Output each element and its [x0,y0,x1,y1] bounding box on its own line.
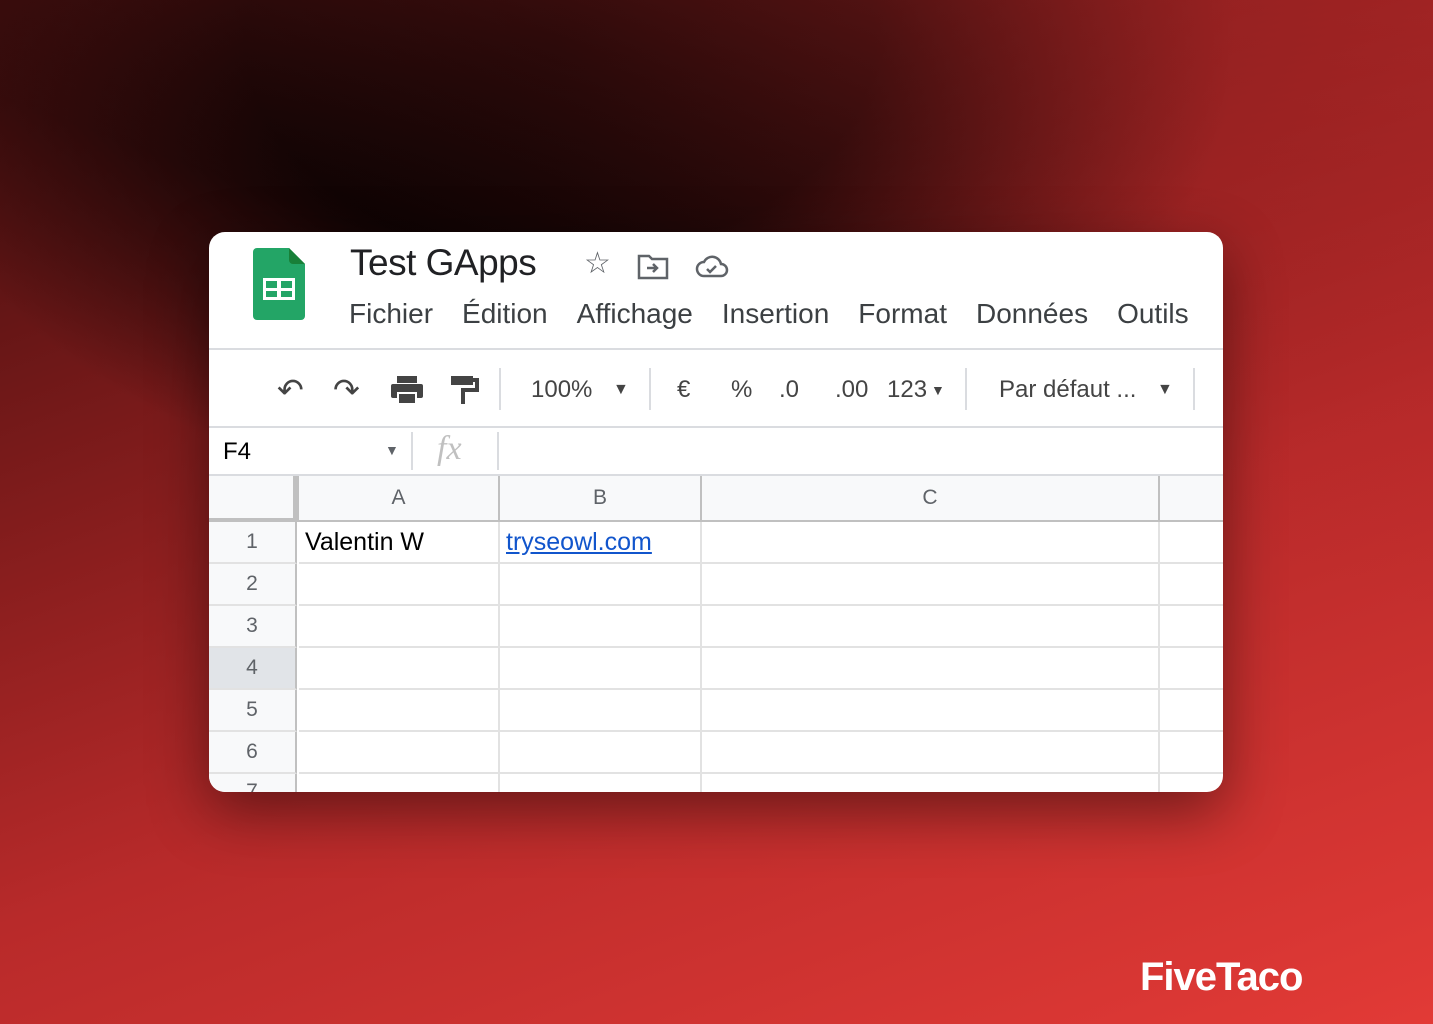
menu-donnees[interactable]: Données [976,298,1088,330]
cell[interactable] [702,564,1160,606]
divider [209,348,1223,350]
cell[interactable] [299,732,500,774]
number-format-button[interactable]: 123 [887,368,927,412]
cell[interactable] [1160,774,1223,792]
cell-a1[interactable]: Valentin W [299,522,500,564]
menu-affichage[interactable]: Affichage [577,298,693,330]
menu-format[interactable]: Format [858,298,947,330]
formula-bar: F4 ▼ fx [209,428,1223,474]
column-header-c[interactable]: C [702,476,1160,522]
cell[interactable] [702,732,1160,774]
cell-c1[interactable] [702,522,1160,564]
column-header-a[interactable]: A [299,476,500,522]
cell[interactable] [500,774,702,792]
cell[interactable] [500,732,702,774]
cell[interactable] [702,648,1160,690]
row-header-6[interactable]: 6 [209,732,297,774]
menu-edition[interactable]: Édition [462,298,548,330]
cell[interactable] [299,774,500,792]
column-header-b[interactable]: B [500,476,702,522]
cell-d1[interactable] [1160,522,1223,564]
cell[interactable] [1160,564,1223,606]
cell[interactable] [500,564,702,606]
print-icon[interactable] [389,368,425,412]
menu-bar: Fichier Édition Affichage Insertion Form… [349,298,1218,330]
name-box[interactable]: F4 [223,438,251,466]
menu-outils[interactable]: Outils [1117,298,1189,330]
menu-fichier[interactable]: Fichier [349,298,433,330]
row-header-2[interactable]: 2 [209,564,297,606]
row-header-4[interactable]: 4 [209,648,297,690]
cell[interactable] [500,606,702,648]
cell-b1-link[interactable]: tryseowl.com [500,522,702,564]
name-box-dropdown-icon[interactable]: ▼ [385,442,399,458]
cell[interactable] [1160,648,1223,690]
menu-insertion[interactable]: Insertion [722,298,829,330]
cell[interactable] [702,606,1160,648]
cloud-saved-icon[interactable] [695,252,729,282]
cell[interactable] [299,690,500,732]
currency-format-button[interactable]: € [677,368,690,412]
zoom-dropdown-icon[interactable]: ▼ [613,368,629,412]
redo-icon[interactable]: ↷ [333,368,360,412]
font-select[interactable]: Par défaut ... [999,368,1136,412]
star-icon[interactable]: ☆ [584,246,611,282]
decrease-decimals-button[interactable]: .0 [779,368,799,412]
number-format-dropdown-icon[interactable]: ▼ [931,368,945,412]
cell[interactable] [299,564,500,606]
google-sheets-logo [253,248,305,320]
toolbar: ↶ ↷ 100% ▼ € % .0 .00 123 ▼ Par défaut .… [209,368,1223,412]
cell[interactable] [1160,690,1223,732]
cell[interactable] [299,606,500,648]
select-all-corner[interactable] [209,476,299,522]
fivetaco-logo: FiveTaco [1140,955,1303,999]
row-header-7[interactable]: 7 [209,774,297,792]
row-header-1[interactable]: 1 [209,522,297,564]
cell[interactable] [299,648,500,690]
paint-format-icon[interactable] [449,368,479,412]
document-title[interactable]: Test GApps [350,242,537,284]
undo-icon[interactable]: ↶ [277,368,304,412]
cell[interactable] [702,690,1160,732]
cell[interactable] [500,690,702,732]
zoom-select[interactable]: 100% [531,368,592,412]
cell[interactable] [500,648,702,690]
row-header-3[interactable]: 3 [209,606,297,648]
fx-icon: fx [437,430,462,467]
move-folder-icon[interactable] [637,252,669,282]
percent-format-button[interactable]: % [731,368,752,412]
cell[interactable] [1160,732,1223,774]
row-header-5[interactable]: 5 [209,690,297,732]
column-header-d[interactable] [1160,476,1223,522]
spreadsheet-window: Test GApps ☆ Fichier Édition Affichage I… [209,232,1223,792]
cell[interactable] [1160,606,1223,648]
font-dropdown-icon[interactable]: ▼ [1157,368,1173,412]
increase-decimals-button[interactable]: .00 [835,368,868,412]
cell[interactable] [702,774,1160,792]
